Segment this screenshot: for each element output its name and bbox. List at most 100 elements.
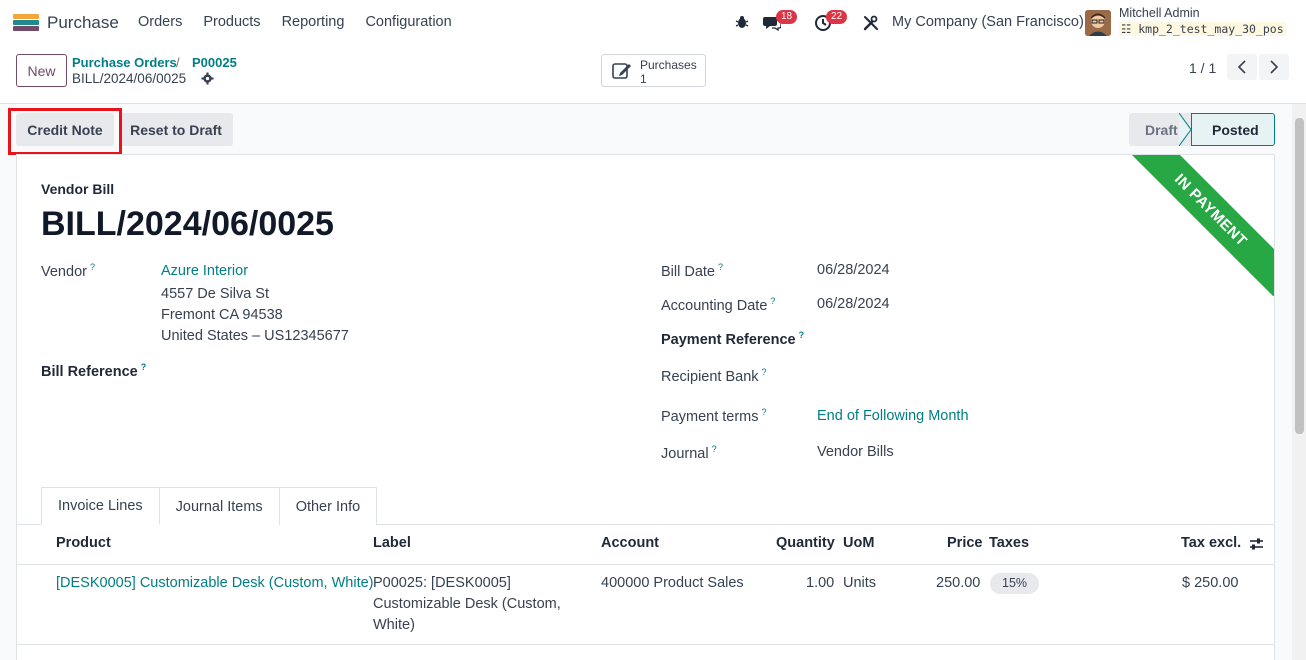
breadcrumb-current: BILL/2024/06/0025	[72, 71, 187, 86]
help-icon[interactable]: ?	[762, 367, 767, 377]
row-tax-badge[interactable]: 15%	[990, 573, 1040, 594]
column-account[interactable]: Account	[601, 535, 659, 551]
document-type: Vendor Bill	[41, 181, 115, 197]
control-panel: New Purchase Orders / P00025 BILL/2024/0…	[0, 46, 1306, 104]
bill-date-label-text: Bill Date	[661, 263, 715, 280]
menu-reporting[interactable]: Reporting	[282, 14, 345, 30]
breadcrumb-order[interactable]: P00025	[192, 55, 237, 70]
row-quantity[interactable]: 1.00	[806, 573, 834, 594]
chevron-left-icon	[1237, 60, 1246, 74]
bill-date-field[interactable]: 06/28/2024	[817, 262, 890, 278]
database-name-text: kmp_2_test_may_30_pos	[1138, 22, 1284, 36]
column-price[interactable]: Price	[947, 535, 982, 551]
journal-label: Journal?	[661, 444, 717, 462]
help-icon[interactable]: ?	[762, 407, 767, 417]
help-icon[interactable]: ?	[799, 330, 805, 340]
row-label[interactable]: P00025: [DESK0005] Customizable Desk (Cu…	[373, 573, 561, 636]
user-name[interactable]: Mitchell Admin	[1119, 6, 1200, 20]
tab-journal-items[interactable]: Journal Items	[159, 487, 280, 525]
breadcrumb-purchase-orders[interactable]: Purchase Orders	[72, 55, 177, 70]
pager-value[interactable]: 1 / 1	[1189, 60, 1216, 76]
column-product[interactable]: Product	[56, 535, 111, 551]
status-posted[interactable]: Posted	[1191, 113, 1275, 146]
reset-to-draft-button[interactable]: Reset to Draft	[119, 113, 233, 146]
vendor-address-line1: 4557 De Silva St	[161, 286, 270, 302]
accounting-date-label: Accounting Date?	[661, 296, 775, 314]
smart-button-label: Purchases	[640, 58, 697, 72]
tab-invoice-lines[interactable]: Invoice Lines	[41, 487, 160, 525]
help-icon[interactable]: ?	[770, 296, 775, 306]
vendor-label: Vendor?	[41, 262, 95, 280]
chevron-right-icon	[1270, 60, 1279, 74]
tab-other-info[interactable]: Other Info	[279, 487, 378, 525]
highlight-annotation-box	[8, 108, 122, 155]
pager-previous-button[interactable]	[1227, 54, 1257, 80]
vendor-address-line2: Fremont CA 94538	[161, 307, 283, 323]
vendor-name[interactable]: Azure Interior	[161, 263, 248, 279]
payment-reference-label: Payment Reference?	[661, 330, 804, 348]
help-icon[interactable]: ?	[718, 262, 723, 272]
column-quantity[interactable]: Quantity	[776, 535, 835, 551]
column-uom[interactable]: UoM	[843, 535, 874, 551]
journal-label-text: Journal	[661, 445, 709, 462]
database-name: ☷ kmp_2_test_may_30_pos	[1119, 22, 1286, 36]
row-product[interactable]: [DESK0005] Customizable Desk (Custom, Wh…	[56, 573, 374, 594]
row-label-line3: White)	[373, 617, 415, 633]
notebook-tabs: Invoice Lines Journal Items Other Info	[41, 487, 378, 525]
row-tax-excl: $ 250.00	[1182, 575, 1239, 591]
new-button[interactable]: New	[16, 54, 67, 87]
vendor-label-text: Vendor	[41, 263, 87, 280]
page-scrollbar[interactable]	[1292, 104, 1306, 660]
bill-date-label: Bill Date?	[661, 262, 723, 280]
scrollbar-thumb[interactable]	[1295, 118, 1304, 434]
form-sheet: IN PAYMENT Vendor Bill BILL/2024/06/0025…	[16, 154, 1275, 660]
pager-next-button[interactable]	[1259, 54, 1289, 80]
in-payment-ribbon: IN PAYMENT	[1124, 155, 1274, 297]
table-header-divider	[17, 564, 1274, 565]
payment-terms-label-text: Payment terms	[661, 408, 759, 425]
accounting-date-field[interactable]: 06/28/2024	[817, 296, 890, 312]
menu-orders[interactable]: Orders	[138, 14, 182, 30]
payment-reference-label-text: Payment Reference	[661, 331, 796, 348]
company-switcher[interactable]: My Company (San Francisco)	[892, 14, 1084, 30]
top-navbar: Purchase Orders Products Reporting Confi…	[0, 0, 1306, 46]
row-uom[interactable]: Units	[843, 573, 876, 594]
column-label[interactable]: Label	[373, 535, 411, 551]
breadcrumb-separator: /	[176, 55, 180, 70]
app-menu-icon[interactable]	[13, 14, 39, 32]
chat-count-badge: 18	[776, 10, 798, 24]
recipient-bank-label: Recipient Bank?	[661, 367, 767, 385]
activity-count-badge: 22	[826, 10, 848, 24]
menu-products[interactable]: Products	[203, 14, 260, 30]
user-avatar[interactable]	[1085, 10, 1111, 36]
row-account[interactable]: 400000 Product Sales	[601, 573, 744, 594]
row-price[interactable]: 250.00	[936, 573, 980, 594]
gear-icon[interactable]	[201, 72, 214, 85]
main-menu: Orders Products Reporting Configuration	[138, 14, 473, 30]
payment-terms-label: Payment terms?	[661, 407, 767, 425]
help-icon[interactable]: ?	[90, 262, 95, 272]
payment-terms-field[interactable]: End of Following Month	[817, 408, 969, 424]
column-settings-icon[interactable]	[1249, 537, 1264, 551]
status-arrow-icon	[1179, 113, 1191, 146]
tools-icon[interactable]	[862, 14, 880, 32]
row-label-line1: P00025: [DESK0005]	[373, 575, 511, 591]
smart-button-count: 1	[640, 72, 647, 86]
column-taxes[interactable]: Taxes	[989, 535, 1029, 551]
menu-configuration[interactable]: Configuration	[365, 14, 451, 30]
help-icon[interactable]: ?	[141, 362, 147, 372]
accounting-date-label-text: Accounting Date	[661, 297, 768, 314]
journal-field[interactable]: Vendor Bills	[817, 444, 894, 460]
recipient-bank-label-text: Recipient Bank	[661, 368, 759, 385]
help-icon[interactable]: ?	[712, 444, 717, 454]
app-name[interactable]: Purchase	[47, 13, 119, 33]
action-bar: Credit Note Reset to Draft	[0, 104, 1306, 154]
column-tax-excl[interactable]: Tax excl.	[1181, 535, 1241, 551]
status-bar: Draft Posted	[1129, 113, 1275, 146]
vendor-address-line3: United States – US12345677	[161, 328, 349, 344]
purchases-smart-button[interactable]: Purchases 1	[601, 54, 706, 87]
table-row-divider	[17, 644, 1274, 645]
debug-bug-icon[interactable]	[735, 15, 749, 29]
bill-reference-label: Bill Reference?	[41, 362, 146, 380]
document-name: BILL/2024/06/0025	[41, 205, 334, 243]
